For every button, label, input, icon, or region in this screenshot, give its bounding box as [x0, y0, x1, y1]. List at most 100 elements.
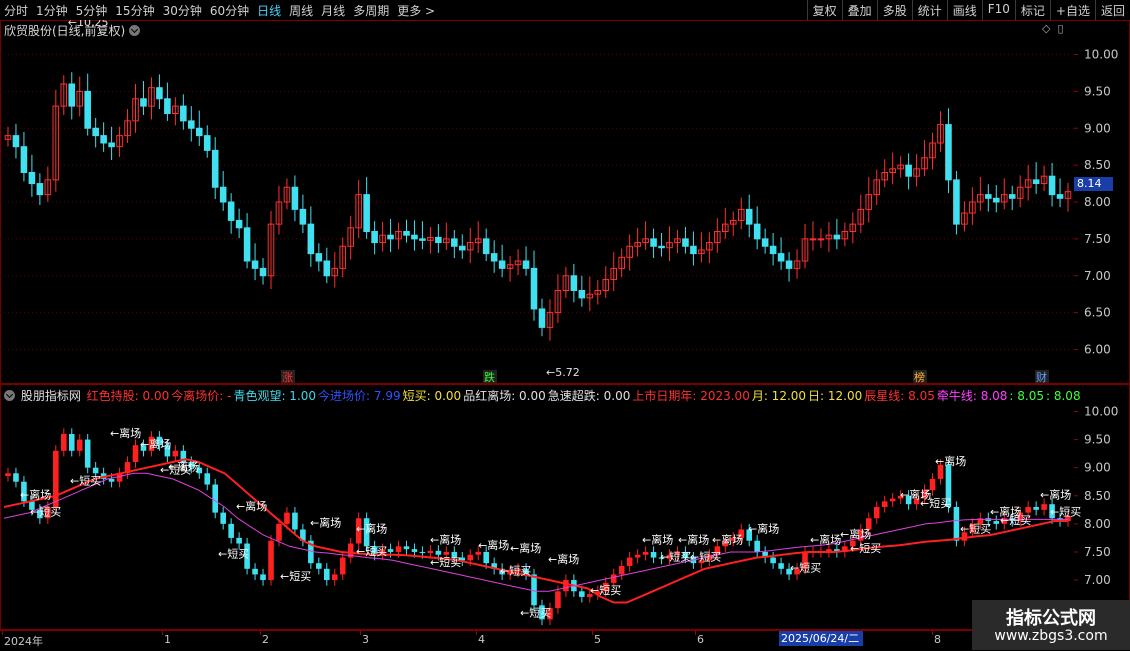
candle-body: [777, 253, 785, 262]
signal-exit-label: ←离场: [810, 533, 841, 547]
candle-body: [211, 149, 219, 188]
period-tab-1[interactable]: 1分钟: [36, 2, 68, 19]
ind-candle-body: [443, 551, 450, 555]
period-tab-3[interactable]: 15分钟: [115, 2, 154, 19]
period-tab-4[interactable]: 30分钟: [163, 2, 202, 19]
candle-body: [28, 172, 36, 185]
candle-body: [259, 267, 267, 277]
ind-candle-body: [889, 498, 896, 502]
candle-body: [482, 238, 490, 255]
candle-body: [140, 98, 147, 107]
ind-candle-body: [108, 478, 115, 482]
ind-y-tick-label: 8.00: [1084, 517, 1111, 531]
period-tab-0[interactable]: 分时: [4, 2, 28, 19]
signal-exit-label: ←离场: [1040, 488, 1071, 502]
signal-exit-label: ←离场: [430, 533, 461, 547]
candle-body: [68, 83, 76, 107]
candle-body: [522, 260, 530, 269]
candle-body: [833, 234, 841, 240]
candle-body: [458, 245, 466, 251]
ind-candle-body: [252, 568, 258, 575]
signal-buy-label: ←短买: [660, 549, 691, 563]
ind-candle-body: [411, 549, 418, 552]
indicator-chart[interactable]: 7.007.508.008.509.009.5010.00←离场←离场←离场←离…: [0, 384, 1130, 630]
ind-candle-body: [84, 439, 91, 468]
ind-candle-body: [53, 450, 59, 507]
candle-body: [315, 253, 323, 262]
candle-body: [1032, 179, 1040, 185]
ind-candle-body: [13, 473, 19, 482]
candle-body: [1056, 194, 1064, 199]
ind-candle-body: [1033, 507, 1039, 510]
toolbar-button-4[interactable]: 画线: [946, 0, 982, 20]
x-axis-tick: [695, 631, 696, 635]
ind-candle-body: [435, 550, 442, 555]
x-axis-tick: [360, 631, 361, 635]
candle-body: [658, 245, 665, 249]
ind-candle-body: [316, 563, 322, 569]
ind-candle-body: [563, 580, 569, 592]
candle-body: [156, 87, 163, 100]
candlestick-chart[interactable]: 6.00 6.50 7.00 7.50 8.00 8.50 9.00 9.50 10.00 ←10…: [0, 20, 1130, 384]
signal-buy-label: ←短买: [520, 606, 551, 620]
toolbar-button-0[interactable]: 复权: [806, 0, 842, 20]
ind-y-tick-label: 10.00: [1084, 404, 1118, 418]
ind-candle-body: [260, 574, 266, 581]
y-tick-label: 10.00: [1084, 48, 1118, 62]
ind-candle-body: [579, 591, 585, 597]
x-axis-tick: [2, 631, 3, 635]
ind-candle-body: [642, 551, 649, 555]
period-tab-9[interactable]: 多周期: [353, 2, 389, 19]
period-tab-8[interactable]: 月线: [321, 2, 345, 19]
candle-body: [92, 127, 99, 137]
watermark-url: www.zbgs3.com: [994, 628, 1108, 644]
candle-body: [387, 234, 394, 240]
candle-body: [538, 308, 546, 328]
toolbar-button-6[interactable]: 标记: [1014, 0, 1050, 20]
candle-body: [945, 124, 952, 181]
candle-body: [953, 179, 960, 225]
event-marker: 涨: [282, 371, 293, 384]
toolbar-button-1[interactable]: 叠加: [841, 0, 877, 20]
ind-candle-body: [292, 512, 298, 530]
signal-buy-label: ←短买: [30, 504, 61, 518]
ind-candle-body: [873, 507, 880, 519]
candle-body: [12, 135, 20, 148]
ind-candle-body: [60, 433, 67, 451]
current-price-badge: 8.14: [1074, 177, 1113, 191]
period-tab-6[interactable]: 日线: [257, 2, 281, 19]
candle-body: [188, 120, 195, 129]
toolbar-button-3[interactable]: 统计: [911, 0, 947, 20]
signal-exit-label: ←离场: [935, 454, 966, 468]
candle-body: [690, 245, 697, 255]
ind-candle-body: [284, 512, 290, 524]
ind-y-tick-label: 8.50: [1084, 489, 1111, 503]
ind-candle-body: [172, 450, 179, 457]
signal-buy-label: ←短买: [590, 583, 621, 597]
y-tick-label: 7.00: [1084, 269, 1111, 283]
high-price-label: ←10.25: [68, 20, 109, 29]
candle-body: [809, 238, 817, 241]
ind-candle-body: [555, 591, 561, 609]
toolbar: 分时 1分钟 5分钟 15分钟 30分钟 60分钟 日线 周线 月线 多周期 更多 > 复权 叠加 多股…: [0, 0, 1130, 21]
ind-candle-body: [5, 473, 11, 477]
signal-exit-label: ←离场: [310, 516, 341, 530]
toolbar-button-8[interactable]: 返回: [1094, 0, 1130, 20]
period-tab-5[interactable]: 60分钟: [210, 2, 249, 19]
period-tab-2[interactable]: 5分钟: [76, 2, 108, 19]
period-tab-10[interactable]: 更多 >: [397, 2, 435, 19]
period-tab-7[interactable]: 周线: [289, 2, 313, 19]
ind-candle-body: [339, 557, 346, 575]
signal-buy-label: ←短买: [690, 549, 721, 563]
signal-buy-label: ←短买: [70, 474, 101, 488]
ind-candle-body: [1041, 504, 1047, 510]
toolbar-actions: 复权 叠加 多股 统计 画线 F10 标记 +自选 返回: [806, 0, 1130, 20]
candle-body: [650, 238, 657, 247]
ind-candle-body: [993, 521, 1000, 524]
ind-y-tick-label: 7.00: [1084, 573, 1111, 587]
toolbar-button-2[interactable]: 多股: [876, 0, 912, 20]
toolbar-button-7[interactable]: +自选: [1049, 0, 1095, 20]
toolbar-button-5[interactable]: F10: [981, 0, 1015, 20]
x-axis-label: 5: [594, 633, 601, 646]
signal-exit-label: ←离场: [548, 552, 579, 566]
